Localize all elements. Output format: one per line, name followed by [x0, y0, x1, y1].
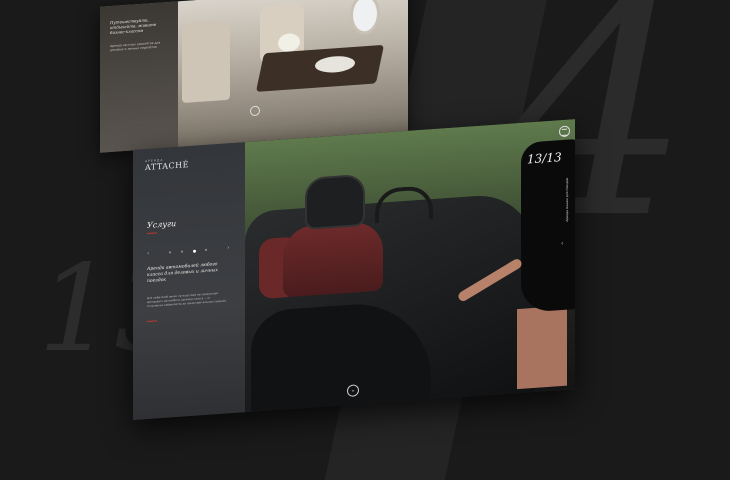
- jet-headline: Путешествуйте, отдыхайте, живите бизнес-…: [110, 17, 157, 36]
- jet-subtext: Аренда частных самолётов для деловых и л…: [110, 40, 161, 53]
- vertical-label: Аренда машин для поездок: [565, 177, 569, 222]
- description-title: Аренда автомобилей любого класса для дел…: [147, 262, 218, 285]
- chevron-left-icon[interactable]: ‹: [561, 240, 563, 247]
- chevron-right-icon[interactable]: ›: [227, 244, 229, 251]
- jet-text-panel: Путешествуйте, отдыхайте, живите бизнес-…: [100, 1, 178, 153]
- car-headrest: [305, 173, 365, 230]
- jet-interior-screen: Путешествуйте, отдыхайте, живите бизнес-…: [100, 0, 408, 153]
- slider-dot-active[interactable]: [193, 249, 196, 253]
- section-underline: [147, 232, 157, 235]
- section-title: Услуги: [147, 218, 177, 231]
- convertible-screen: АРЕНДА ATTACHÉ Услуги ‹ › Аренда автомоб…: [133, 119, 575, 420]
- slider-navigation: ‹ ›: [147, 244, 233, 257]
- slider-dot[interactable]: [169, 251, 171, 254]
- model-legs: [517, 305, 567, 390]
- slider-dot[interactable]: [181, 250, 183, 253]
- logo[interactable]: ATTACHÉ: [145, 160, 189, 172]
- description-body: Для любителей ярких путешествий мы предл…: [147, 292, 227, 309]
- slider-dot[interactable]: [205, 248, 207, 251]
- car-seat: [283, 220, 383, 298]
- chevron-left-icon[interactable]: ‹: [147, 250, 149, 257]
- more-link[interactable]: [147, 320, 157, 323]
- jet-seat-left: [182, 19, 230, 104]
- slide-counter: 13/13: [527, 150, 562, 167]
- services-sidebar: АРЕНДА ATTACHÉ Услуги ‹ › Аренда автомоб…: [133, 142, 245, 420]
